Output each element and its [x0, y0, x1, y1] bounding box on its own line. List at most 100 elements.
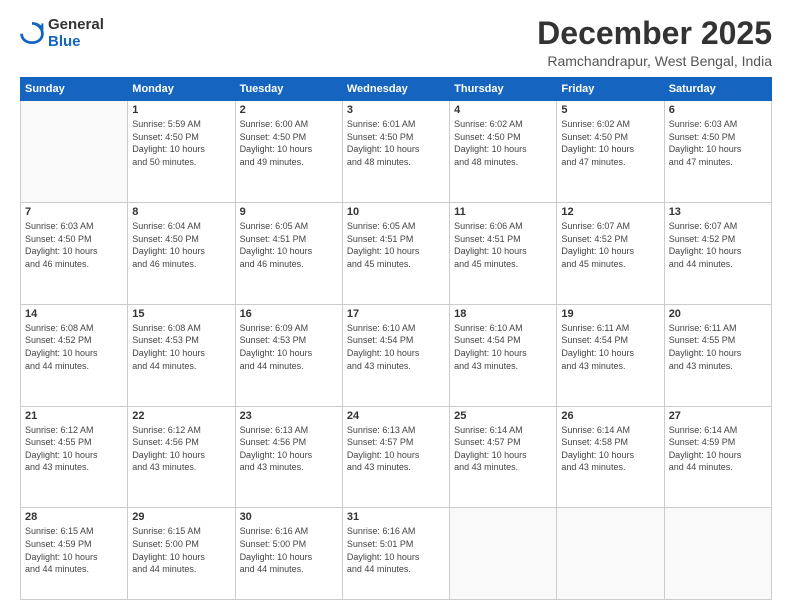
calendar-table: Sunday Monday Tuesday Wednesday Thursday… [20, 77, 772, 600]
day-info: Sunrise: 6:00 AMSunset: 4:50 PMDaylight:… [240, 118, 338, 168]
day-info: Sunrise: 6:07 AMSunset: 4:52 PMDaylight:… [561, 220, 659, 270]
day-number: 18 [454, 308, 552, 320]
day-number: 19 [561, 308, 659, 320]
day-number: 14 [25, 308, 123, 320]
day-number: 28 [25, 511, 123, 523]
day-info: Sunrise: 6:10 AMSunset: 4:54 PMDaylight:… [347, 322, 445, 372]
day-info: Sunrise: 6:05 AMSunset: 4:51 PMDaylight:… [347, 220, 445, 270]
day-info: Sunrise: 6:15 AMSunset: 4:59 PMDaylight:… [25, 525, 123, 575]
table-row: 7Sunrise: 6:03 AMSunset: 4:50 PMDaylight… [21, 202, 128, 304]
table-row: 16 Sunrise: 6:09 AMSunset: 4:53 PMDayligh… [235, 304, 342, 406]
table-row: 30Sunrise: 6:16 AMSunset: 5:00 PMDayligh… [235, 508, 342, 600]
day-info: Sunrise: 6:14 AMSunset: 4:57 PMDaylight:… [454, 424, 552, 474]
table-row: 4 Sunrise: 6:02 AMSunset: 4:50 PMDaylight… [450, 101, 557, 203]
table-row [664, 508, 771, 600]
day-number: 13 [669, 206, 767, 218]
day-number: 29 [132, 511, 230, 523]
logo-text: General Blue [48, 16, 104, 51]
month-title: December 2025 [537, 16, 772, 51]
table-row: 5 Sunrise: 6:02 AMSunset: 4:50 PMDaylight… [557, 101, 664, 203]
table-row: 6 Sunrise: 6:03 AMSunset: 4:50 PMDaylight… [664, 101, 771, 203]
table-row [450, 508, 557, 600]
table-row: 14 Sunrise: 6:08 AMSunset: 4:52 PMDayligh… [21, 304, 128, 406]
table-row: 25 Sunrise: 6:14 AMSunset: 4:57 PMDayligh… [450, 406, 557, 508]
day-info: Sunrise: 6:08 AMSunset: 4:53 PMDaylight:… [132, 322, 230, 372]
day-info: Sunrise: 6:01 AMSunset: 4:50 PMDaylight:… [347, 118, 445, 168]
day-info: Sunrise: 6:06 AMSunset: 4:51 PMDaylight:… [454, 220, 552, 270]
day-number: 12 [561, 206, 659, 218]
day-number: 23 [240, 410, 338, 422]
day-info: Sunrise: 6:03 AMSunset: 4:50 PMDaylight:… [669, 118, 767, 168]
table-row: 31 Sunrise: 6:16 AMSunset: 5:01 PMDayligh… [342, 508, 449, 600]
day-number: 10 [347, 206, 445, 218]
table-row: 11Sunrise: 6:06 AMSunset: 4:51 PMDayligh… [450, 202, 557, 304]
day-info: Sunrise: 6:08 AMSunset: 4:52 PMDaylight:… [25, 322, 123, 372]
day-number: 3 [347, 104, 445, 116]
table-row [557, 508, 664, 600]
table-row: 19 Sunrise: 6:11 AMSunset: 4:54 PMDayligh… [557, 304, 664, 406]
day-number: 25 [454, 410, 552, 422]
day-number: 2 [240, 104, 338, 116]
day-info: Sunrise: 6:16 AMSunset: 5:01 PMDaylight:… [347, 525, 445, 575]
col-thursday: Thursday [450, 78, 557, 101]
calendar-week-row: 1 Sunrise: 5:59 AMSunset: 4:50 PMDaylight… [21, 101, 772, 203]
logo-icon [20, 21, 44, 45]
col-tuesday: Tuesday [235, 78, 342, 101]
table-row: 15 Sunrise: 6:08 AMSunset: 4:53 PMDayligh… [128, 304, 235, 406]
day-number: 17 [347, 308, 445, 320]
day-info: Sunrise: 6:12 AMSunset: 4:55 PMDaylight:… [25, 424, 123, 474]
day-info: Sunrise: 6:13 AMSunset: 4:57 PMDaylight:… [347, 424, 445, 474]
day-number: 16 [240, 308, 338, 320]
day-info: Sunrise: 6:14 AMSunset: 4:59 PMDaylight:… [669, 424, 767, 474]
day-number: 5 [561, 104, 659, 116]
page: General Blue December 2025 Ramchandrapur… [0, 0, 792, 612]
table-row: 29 Sunrise: 6:15 AMSunset: 5:00 PMDayligh… [128, 508, 235, 600]
day-info: Sunrise: 6:11 AMSunset: 4:54 PMDaylight:… [561, 322, 659, 372]
col-friday: Friday [557, 78, 664, 101]
table-row: 18 Sunrise: 6:10 AMSunset: 4:54 PMDayligh… [450, 304, 557, 406]
calendar-week-row: 21Sunrise: 6:12 AMSunset: 4:55 PMDayligh… [21, 406, 772, 508]
day-number: 6 [669, 104, 767, 116]
table-row: 17 Sunrise: 6:10 AMSunset: 4:54 PMDayligh… [342, 304, 449, 406]
logo-blue: Blue [48, 33, 81, 50]
day-info: Sunrise: 6:03 AMSunset: 4:50 PMDaylight:… [25, 220, 123, 270]
table-row: 23Sunrise: 6:13 AMSunset: 4:56 PMDayligh… [235, 406, 342, 508]
day-number: 15 [132, 308, 230, 320]
logo: General Blue [20, 16, 104, 51]
table-row: 9Sunrise: 6:05 AMSunset: 4:51 PMDaylight… [235, 202, 342, 304]
day-info: Sunrise: 6:14 AMSunset: 4:58 PMDaylight:… [561, 424, 659, 474]
logo-general: General [48, 16, 104, 33]
table-row: 26 Sunrise: 6:14 AMSunset: 4:58 PMDayligh… [557, 406, 664, 508]
day-info: Sunrise: 6:02 AMSunset: 4:50 PMDaylight:… [454, 118, 552, 168]
table-row: 1 Sunrise: 5:59 AMSunset: 4:50 PMDaylight… [128, 101, 235, 203]
day-number: 31 [347, 511, 445, 523]
table-row: 20Sunrise: 6:11 AMSunset: 4:55 PMDayligh… [664, 304, 771, 406]
table-row: 21Sunrise: 6:12 AMSunset: 4:55 PMDayligh… [21, 406, 128, 508]
day-info: Sunrise: 6:12 AMSunset: 4:56 PMDaylight:… [132, 424, 230, 474]
day-number: 1 [132, 104, 230, 116]
table-row: 10 Sunrise: 6:05 AMSunset: 4:51 PMDayligh… [342, 202, 449, 304]
day-number: 4 [454, 104, 552, 116]
calendar-week-row: 28 Sunrise: 6:15 AMSunset: 4:59 PMDayligh… [21, 508, 772, 600]
table-row: 3 Sunrise: 6:01 AMSunset: 4:50 PMDaylight… [342, 101, 449, 203]
day-info: Sunrise: 6:15 AMSunset: 5:00 PMDaylight:… [132, 525, 230, 575]
table-row: 24Sunrise: 6:13 AMSunset: 4:57 PMDayligh… [342, 406, 449, 508]
table-row: 8Sunrise: 6:04 AMSunset: 4:50 PMDaylight… [128, 202, 235, 304]
location: Ramchandrapur, West Bengal, India [537, 53, 772, 69]
day-number: 27 [669, 410, 767, 422]
day-info: Sunrise: 6:11 AMSunset: 4:55 PMDaylight:… [669, 322, 767, 372]
day-number: 30 [240, 511, 338, 523]
day-info: Sunrise: 6:10 AMSunset: 4:54 PMDaylight:… [454, 322, 552, 372]
title-section: December 2025 Ramchandrapur, West Bengal… [537, 16, 772, 69]
calendar-week-row: 7Sunrise: 6:03 AMSunset: 4:50 PMDaylight… [21, 202, 772, 304]
day-number: 22 [132, 410, 230, 422]
day-info: Sunrise: 6:07 AMSunset: 4:52 PMDaylight:… [669, 220, 767, 270]
day-info: Sunrise: 6:09 AMSunset: 4:53 PMDaylight:… [240, 322, 338, 372]
day-info: Sunrise: 5:59 AMSunset: 4:50 PMDaylight:… [132, 118, 230, 168]
day-info: Sunrise: 6:02 AMSunset: 4:50 PMDaylight:… [561, 118, 659, 168]
calendar-week-row: 14 Sunrise: 6:08 AMSunset: 4:52 PMDayligh… [21, 304, 772, 406]
header: General Blue December 2025 Ramchandrapur… [20, 16, 772, 69]
table-row [21, 101, 128, 203]
day-number: 26 [561, 410, 659, 422]
table-row: 13 Sunrise: 6:07 AMSunset: 4:52 PMDayligh… [664, 202, 771, 304]
